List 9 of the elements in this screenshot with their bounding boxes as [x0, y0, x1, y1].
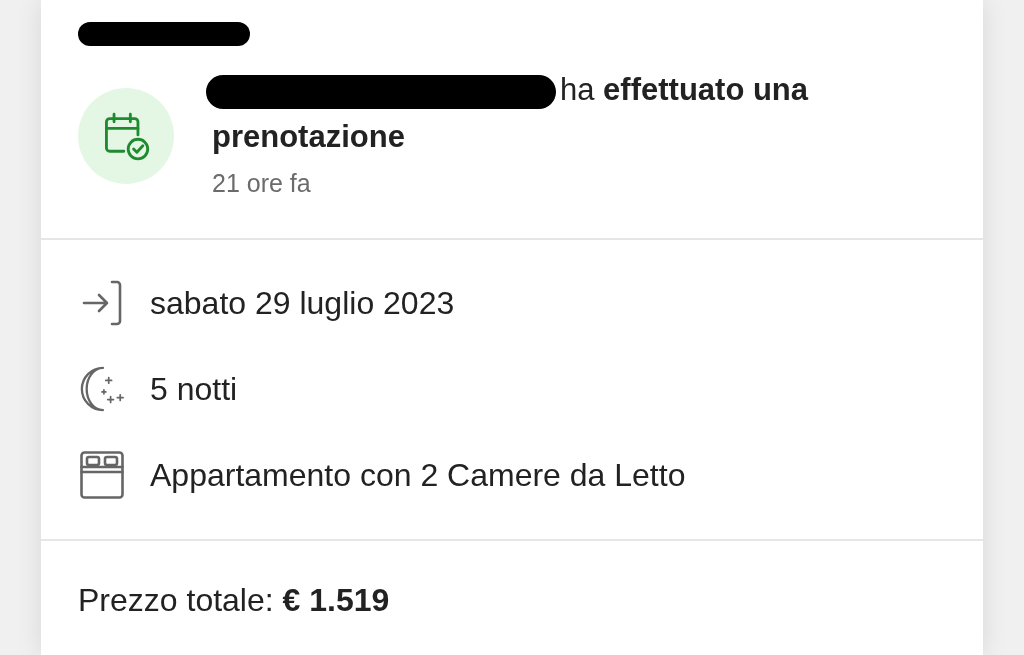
total-price: Prezzo totale: € 1.519 — [78, 582, 390, 618]
moon-stars-icon — [78, 366, 126, 412]
detail-text: 5 notti — [150, 370, 238, 409]
check-in-arrow-icon — [82, 280, 122, 326]
detail-text: sabato 29 luglio 2023 — [150, 284, 455, 323]
detail-text: Appartamento con 2 Camere da Letto — [150, 456, 686, 495]
notification-time: 21 ore fa — [212, 168, 311, 198]
notification-title: ha effettuato una prenotazione — [212, 72, 809, 154]
bed-icon — [80, 451, 124, 499]
